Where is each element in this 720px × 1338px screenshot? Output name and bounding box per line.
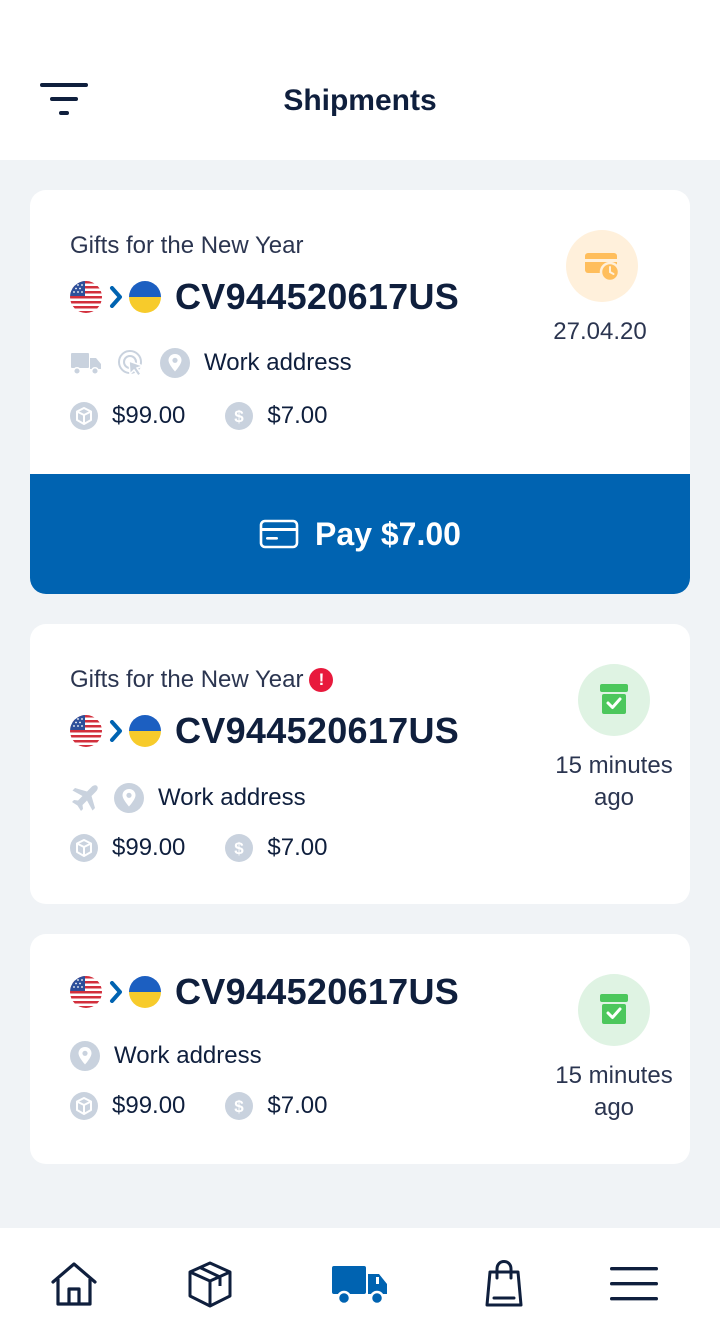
declared-value: $99.00 <box>112 1092 186 1119</box>
bottom-nav <box>0 1228 720 1338</box>
delivery-address: Work address <box>204 349 352 376</box>
delivery-address: Work address <box>114 1042 262 1069</box>
shipment-card[interactable]: CV944520617US Work address $99.00 $7.00 … <box>30 934 690 1164</box>
home-icon <box>51 1262 97 1306</box>
chevron-right-icon <box>109 286 123 308</box>
ua-flag-icon <box>129 281 161 313</box>
status-icon-circle <box>578 664 650 736</box>
credit-card-icon <box>259 519 299 549</box>
dollar-icon <box>225 1092 253 1120</box>
dollar-icon <box>225 834 253 862</box>
nav-home[interactable] <box>44 1256 104 1312</box>
delivery-row: Work address <box>70 1039 262 1073</box>
tracking-number: CV944520617US <box>175 710 460 751</box>
truck-icon <box>332 1266 387 1306</box>
amounts-row: $99.00 $7.00 <box>70 832 327 864</box>
shipment-title: Gifts for the New Year <box>70 232 304 259</box>
status-time: 15 minutes ago <box>555 752 673 811</box>
declared-value: $99.00 <box>112 402 186 429</box>
route-row: CV944520617US <box>70 710 460 751</box>
chevron-right-icon <box>109 720 123 742</box>
shopping-bag-icon <box>485 1259 523 1307</box>
plane-icon <box>72 785 98 811</box>
dollar-icon <box>225 402 253 430</box>
pay-button-label: Pay $7.00 <box>315 515 461 552</box>
box-check-icon <box>596 992 632 1028</box>
route-row: CV944520617US <box>70 276 460 317</box>
menu-icon <box>610 1267 658 1301</box>
chevron-right-icon <box>109 981 123 1003</box>
pay-button[interactable]: Pay $7.00 <box>30 474 690 594</box>
nav-packages[interactable] <box>180 1256 240 1312</box>
alert-icon[interactable]: ! <box>309 668 334 692</box>
pointer-icon <box>118 350 146 378</box>
delivery-address: Work address <box>158 784 306 811</box>
status-date: 27.04.20 <box>553 318 647 345</box>
us-flag-icon <box>70 976 102 1008</box>
tracking-number: CV944520617US <box>175 276 460 317</box>
shipment-title-row: Gifts for the New Year! <box>70 666 334 694</box>
package-value-icon <box>70 834 98 862</box>
location-pin-icon <box>70 1041 100 1071</box>
amounts-row: $99.00 $7.00 <box>70 1090 327 1122</box>
nav-shipments[interactable] <box>330 1256 390 1312</box>
status-icon-circle <box>578 974 650 1046</box>
status-icon-circle <box>566 230 638 302</box>
package-value-icon <box>70 402 98 430</box>
package-value-icon <box>70 1092 98 1120</box>
truck-icon <box>71 353 101 376</box>
ua-flag-icon <box>129 715 161 747</box>
shipment-card[interactable]: Gifts for the New Year! CV944520617US Wo… <box>30 624 690 904</box>
us-flag-icon <box>70 281 102 313</box>
amounts-row: $99.00 $7.00 <box>70 400 327 432</box>
app-header: Shipments <box>0 0 720 160</box>
nav-menu[interactable] <box>604 1256 664 1312</box>
payment-pending-icon <box>585 253 621 283</box>
shipping-fee: $7.00 <box>267 402 328 429</box>
location-pin-icon <box>160 348 190 378</box>
delivery-row: Work address <box>70 346 352 380</box>
shipping-fee: $7.00 <box>267 834 328 861</box>
location-pin-icon <box>114 783 144 813</box>
box-check-icon <box>596 682 632 718</box>
delivery-row: Work address <box>70 781 306 815</box>
package-icon <box>188 1261 232 1308</box>
tracking-number: CV944520617US <box>175 971 460 1012</box>
us-flag-icon <box>70 715 102 747</box>
nav-shop[interactable] <box>474 1256 534 1312</box>
declared-value: $99.00 <box>112 834 186 861</box>
shipment-title: Gifts for the New Year <box>70 666 304 693</box>
page-title: Shipments <box>283 84 437 117</box>
route-row: CV944520617US <box>70 971 460 1012</box>
status-time: 15 minutes ago <box>555 1062 673 1121</box>
shipment-card[interactable]: Gifts for the New Year CV944520617US Wor… <box>30 190 690 594</box>
ua-flag-icon <box>129 976 161 1008</box>
shipping-fee: $7.00 <box>267 1092 328 1119</box>
